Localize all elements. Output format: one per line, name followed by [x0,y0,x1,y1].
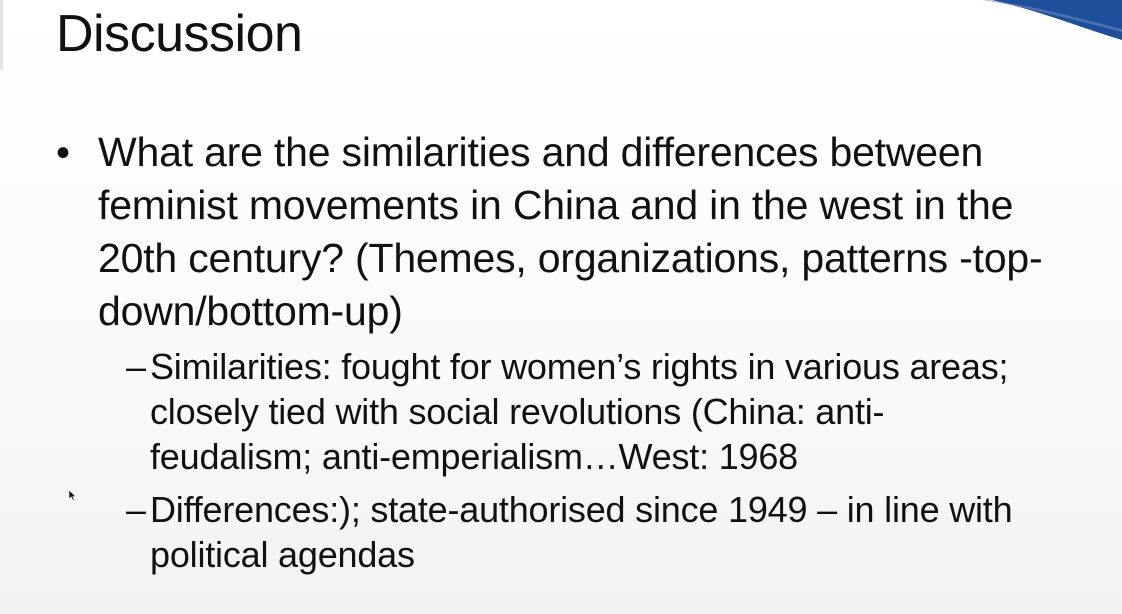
bullet-marker: • [56,131,71,175]
left-edge-divider [0,0,3,70]
bullet-list: • What are the similarities and differen… [56,126,1096,585]
sub-bullet-marker: – [126,346,147,387]
sub-bullet-text: Differences:); state-authorised since 19… [150,489,1013,575]
sub-bullet-marker: – [126,489,147,530]
mouse-pointer-icon [69,490,77,501]
bullet-text: What are the similarities and difference… [98,129,1043,334]
sub-bullet-text: Similarities: fought for women’s rights … [150,346,1009,477]
slide-title: Discussion [56,5,303,63]
corner-decoration [982,0,1122,40]
slide: Discussion • What are the similarities a… [0,0,1122,614]
sub-bullet-differences: – Differences:); state-authorised since … [126,487,1096,577]
bullet-item: • What are the similarities and differen… [56,126,1096,577]
sub-bullet-list: – Similarities: fought for women’s right… [56,344,1096,577]
sub-bullet-similarities: – Similarities: fought for women’s right… [126,344,1096,479]
